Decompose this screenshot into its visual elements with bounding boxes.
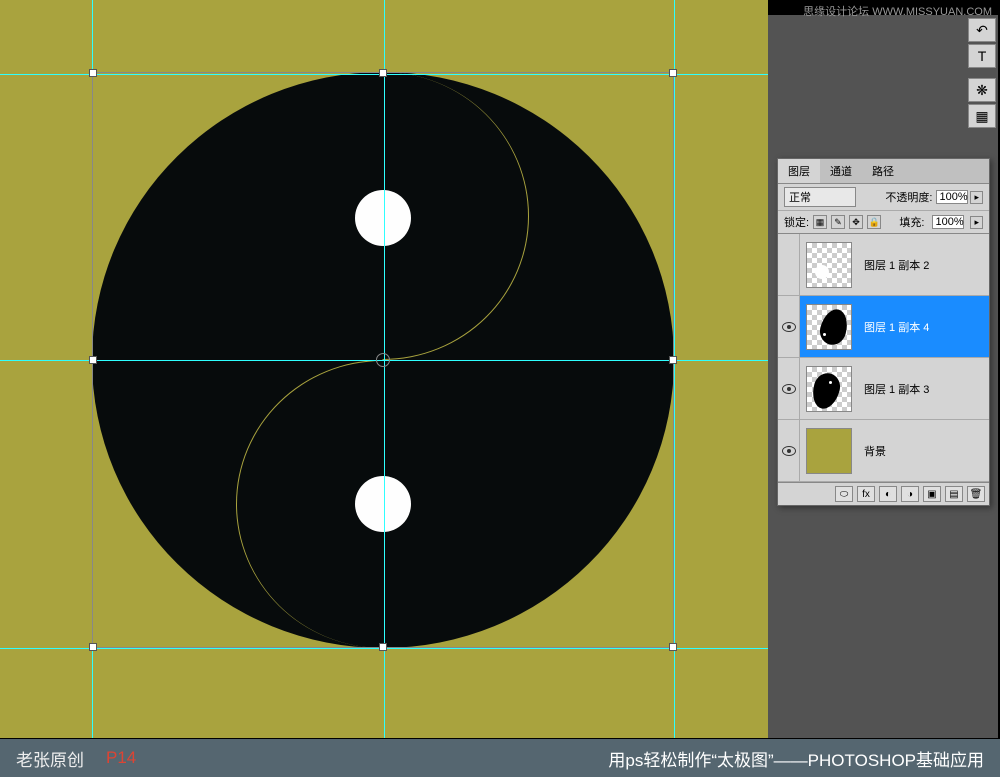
layer-item[interactable]: 背景 bbox=[778, 420, 989, 482]
transform-handle[interactable] bbox=[669, 69, 677, 77]
caption-title: 用ps轻松制作“太极图”——PHOTOSHOP基础应用 bbox=[608, 746, 984, 771]
visibility-toggle[interactable] bbox=[778, 296, 800, 357]
layer-item[interactable]: 图层 1 副本 3 bbox=[778, 358, 989, 420]
layer-thumbnail[interactable] bbox=[806, 366, 852, 412]
swatches-button[interactable]: ▦ bbox=[968, 104, 996, 128]
layer-list: 图层 1 副本 2 图层 1 副本 4 图层 1 副本 3 背景 bbox=[778, 234, 989, 482]
layer-style-button[interactable]: fx bbox=[857, 486, 875, 502]
visibility-toggle[interactable] bbox=[778, 358, 800, 419]
actions-button[interactable]: ❋ bbox=[968, 78, 996, 102]
opacity-slider-toggle[interactable]: ▸ bbox=[970, 191, 983, 204]
right-toolbar: ↶ T ❋ ▦ bbox=[968, 18, 998, 130]
lock-label: 锁定: bbox=[784, 214, 809, 230]
fill-label: 填充: bbox=[899, 214, 924, 230]
delete-layer-button[interactable]: 🗑 bbox=[967, 486, 985, 502]
guide-vertical[interactable] bbox=[674, 0, 675, 738]
layer-name[interactable]: 图层 1 副本 3 bbox=[864, 381, 929, 397]
eye-icon bbox=[782, 384, 796, 394]
blend-opacity-row: 正常 不透明度: 100% ▸ bbox=[778, 184, 989, 211]
transform-handle[interactable] bbox=[669, 356, 677, 364]
caption-page: P14 bbox=[106, 748, 136, 768]
panel-footer: ⬭ fx ◐ ◑ ▣ ▤ 🗑 bbox=[778, 482, 989, 505]
new-adjustment-button[interactable]: ◑ bbox=[901, 486, 919, 502]
lock-fill-row: 锁定: ▦ ✎ ✥ 🔒 填充: 100% ▸ bbox=[778, 211, 989, 234]
lock-all-icon[interactable]: 🔒 bbox=[867, 215, 881, 229]
lock-position-icon[interactable]: ✥ bbox=[849, 215, 863, 229]
layer-name[interactable]: 背景 bbox=[864, 443, 886, 459]
layer-item[interactable]: 图层 1 副本 4 bbox=[778, 296, 989, 358]
eye-icon bbox=[782, 446, 796, 456]
caption-bar: 老张原创 P14 用ps轻松制作“太极图”——PHOTOSHOP基础应用 bbox=[0, 739, 1000, 777]
transform-handle[interactable] bbox=[379, 643, 387, 651]
layer-thumbnail[interactable] bbox=[806, 304, 852, 350]
opacity-label: 不透明度: bbox=[885, 189, 932, 205]
tab-paths[interactable]: 路径 bbox=[862, 159, 904, 183]
blend-mode-select[interactable]: 正常 bbox=[784, 187, 856, 207]
eye-icon bbox=[782, 322, 796, 332]
transform-center-icon[interactable] bbox=[376, 353, 390, 367]
history-button[interactable]: ↶ bbox=[968, 18, 996, 42]
text-tool-button[interactable]: T bbox=[968, 44, 996, 68]
tab-layers[interactable]: 图层 bbox=[778, 159, 820, 183]
layer-thumbnail[interactable] bbox=[806, 242, 852, 288]
layers-panel: 图层 通道 路径 正常 不透明度: 100% ▸ 锁定: ▦ ✎ ✥ 🔒 填充:… bbox=[777, 158, 990, 506]
visibility-toggle[interactable] bbox=[778, 420, 800, 481]
lock-transparency-icon[interactable]: ▦ bbox=[813, 215, 827, 229]
watermark-text: 思缘设计论坛 WWW.MISSYUAN.COM bbox=[803, 3, 992, 19]
fill-input[interactable]: 100% bbox=[932, 215, 964, 229]
transform-handle[interactable] bbox=[669, 643, 677, 651]
canvas[interactable] bbox=[0, 0, 768, 738]
layer-name[interactable]: 图层 1 副本 2 bbox=[864, 257, 929, 273]
visibility-toggle[interactable] bbox=[778, 234, 800, 295]
transform-handle[interactable] bbox=[379, 69, 387, 77]
opacity-input[interactable]: 100% bbox=[936, 190, 968, 204]
transform-handle[interactable] bbox=[89, 643, 97, 651]
caption-author: 老张原创 bbox=[16, 746, 84, 771]
fill-slider-toggle[interactable]: ▸ bbox=[970, 216, 983, 229]
layer-thumbnail[interactable] bbox=[806, 428, 852, 474]
tab-channels[interactable]: 通道 bbox=[820, 159, 862, 183]
layer-mask-button[interactable]: ◐ bbox=[879, 486, 897, 502]
transform-handle[interactable] bbox=[89, 69, 97, 77]
lock-pixels-icon[interactable]: ✎ bbox=[831, 215, 845, 229]
transform-bounding-box[interactable] bbox=[92, 72, 674, 648]
transform-handle[interactable] bbox=[89, 356, 97, 364]
panel-tabs: 图层 通道 路径 bbox=[778, 159, 989, 184]
layer-item[interactable]: 图层 1 副本 2 bbox=[778, 234, 989, 296]
layer-name[interactable]: 图层 1 副本 4 bbox=[864, 319, 929, 335]
link-layers-button[interactable]: ⬭ bbox=[835, 486, 853, 502]
new-layer-button[interactable]: ▤ bbox=[945, 486, 963, 502]
new-group-button[interactable]: ▣ bbox=[923, 486, 941, 502]
